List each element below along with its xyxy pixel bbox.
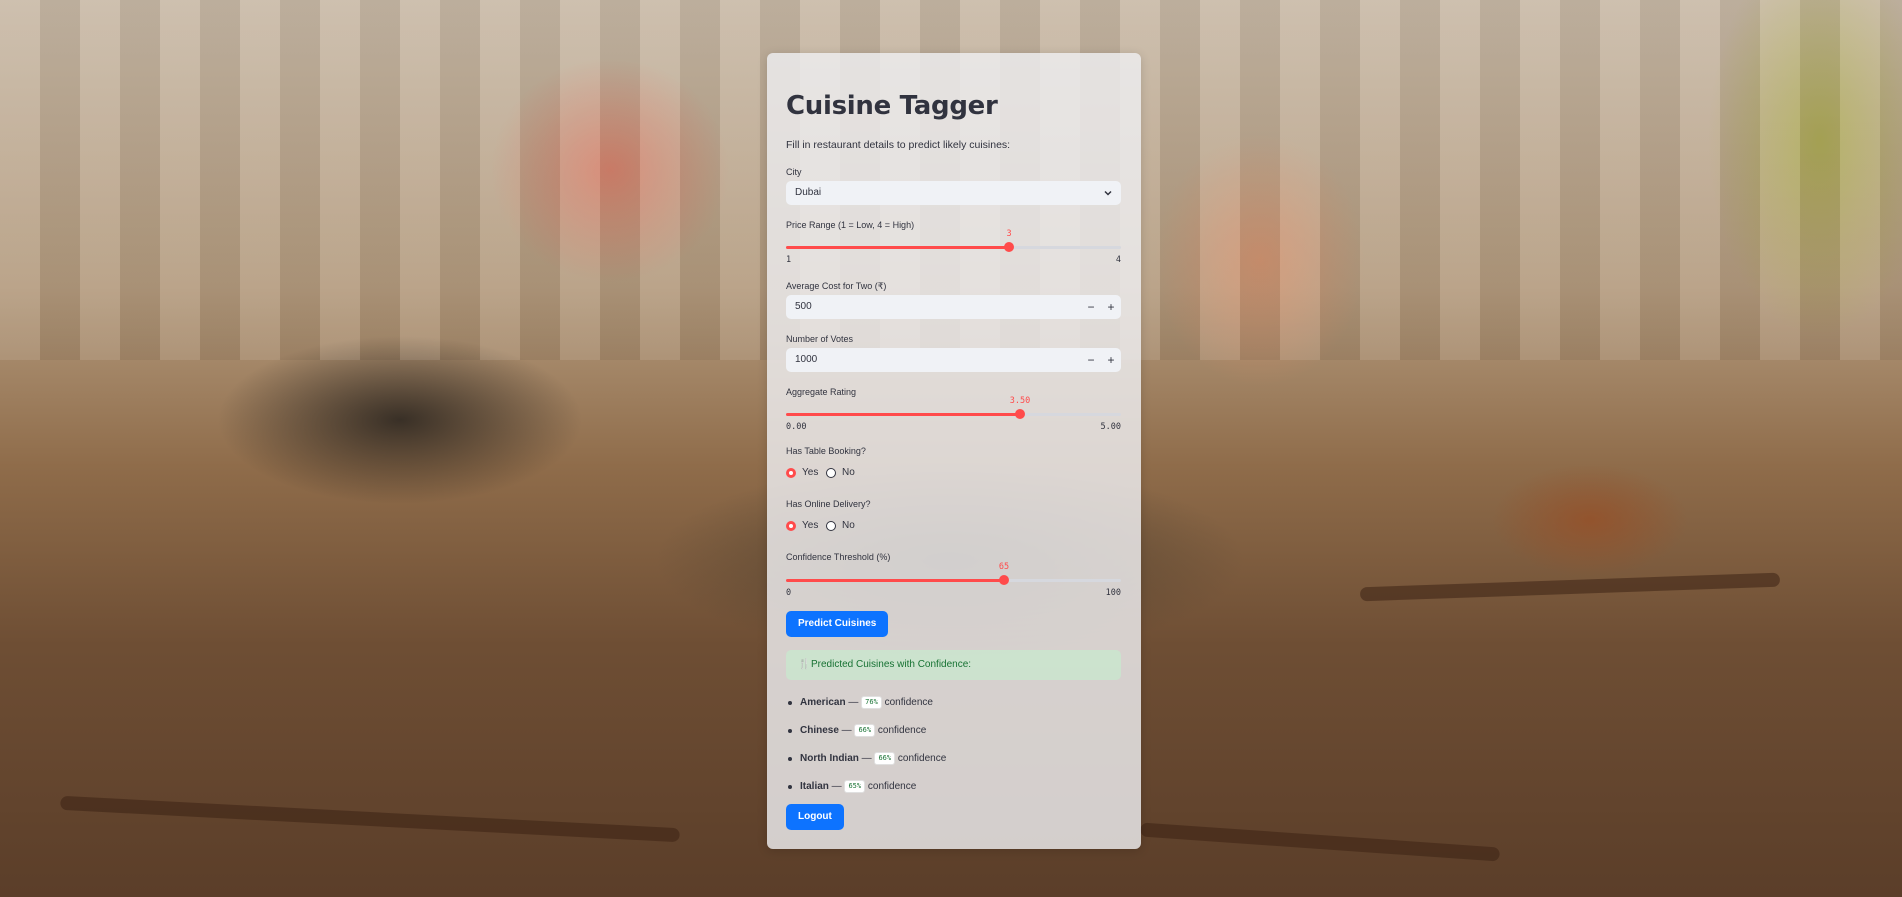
radio-label: Yes — [802, 520, 819, 531]
online-delivery-no[interactable]: No — [826, 520, 855, 531]
page-subtitle: Fill in restaurant details to predict li… — [786, 139, 1011, 151]
slider-thumb[interactable] — [1015, 409, 1025, 419]
separator: — — [845, 697, 862, 709]
votes-label: Number of Votes — [786, 334, 854, 344]
slider-value: 65 — [998, 562, 1010, 572]
predict-cuisines-button[interactable]: Predict Cuisines — [786, 611, 889, 637]
avg-cost-value: 500 — [795, 301, 812, 312]
decrement-button[interactable]: − — [1081, 348, 1101, 372]
cuisine-name: American — [800, 697, 846, 709]
slider-max: 4 — [1115, 255, 1121, 265]
result-header-text: Predicted Cuisines with Confidence: — [811, 659, 972, 670]
confidence-badge: 66% — [874, 752, 896, 765]
slider-fill — [786, 413, 1020, 416]
bullet-icon — [788, 757, 792, 761]
cuisine-name: North Indian — [800, 753, 859, 765]
confidence-suffix: confidence — [895, 753, 947, 765]
radio-label: No — [842, 467, 855, 478]
votes-value: 1000 — [795, 354, 818, 365]
increment-button[interactable]: + — [1101, 295, 1121, 319]
price-range-slider[interactable]: 3 1 4 — [786, 229, 1121, 265]
result-success-alert: 🍴 Predicted Cuisines with Confidence: — [786, 650, 1121, 680]
confidence-suffix: confidence — [881, 697, 933, 709]
votes-input[interactable]: 1000 − + — [786, 348, 1121, 372]
cuisine-name: Chinese — [800, 725, 839, 737]
rating-slider[interactable]: 3.50 0.00 5.00 — [786, 396, 1121, 432]
confidence-suffix: confidence — [875, 725, 927, 737]
table-booking-label: Has Table Booking? — [786, 446, 866, 456]
table-booking-yes[interactable]: Yes — [786, 467, 818, 478]
slider-value: 3 — [1006, 229, 1012, 239]
slider-min: 0 — [786, 588, 792, 598]
slider-max: 100 — [1105, 588, 1121, 598]
online-delivery-yes[interactable]: Yes — [786, 520, 818, 531]
radio-unselected-icon — [826, 520, 836, 531]
slider-thumb[interactable] — [1004, 242, 1014, 252]
table-booking-no[interactable]: No — [826, 467, 855, 478]
separator: — — [828, 781, 845, 793]
fork-knife-icon: 🍴 — [798, 659, 811, 670]
confidence-badge: 65% — [844, 780, 866, 793]
slider-thumb[interactable] — [999, 575, 1009, 585]
decrement-button[interactable]: − — [1081, 295, 1101, 319]
separator: — — [858, 753, 875, 765]
radio-label: No — [842, 520, 855, 531]
increment-button[interactable]: + — [1101, 348, 1121, 372]
city-label: City — [786, 167, 802, 177]
radio-unselected-icon — [826, 467, 836, 478]
radio-label: Yes — [802, 467, 819, 478]
background-chopstick — [1139, 822, 1501, 862]
separator: — — [838, 725, 855, 737]
slider-max: 5.00 — [1100, 422, 1121, 432]
radio-selected-icon — [786, 520, 796, 531]
avg-cost-input[interactable]: 500 − + — [786, 295, 1121, 319]
slider-min: 0.00 — [786, 422, 807, 432]
slider-value: 3.50 — [1009, 396, 1031, 406]
list-item: American — 76% confidence — [786, 696, 1121, 724]
city-value: Dubai — [795, 187, 822, 198]
slider-min: 1 — [786, 255, 792, 265]
threshold-slider[interactable]: 65 0 100 — [786, 562, 1121, 598]
avg-cost-label: Average Cost for Two (₹) — [786, 281, 887, 291]
page-title: Cuisine Tagger — [786, 91, 998, 121]
logout-button[interactable]: Logout — [786, 804, 844, 830]
form-card: Cuisine Tagger Fill in restaurant detail… — [767, 53, 1141, 849]
confidence-suffix: confidence — [865, 781, 917, 793]
results-list: American — 76% confidence Chinese — 66% … — [786, 696, 1121, 808]
slider-fill — [786, 246, 1009, 249]
cuisine-name: Italian — [800, 781, 829, 793]
bullet-icon — [788, 785, 792, 789]
city-select[interactable]: Dubai — [786, 181, 1121, 205]
bullet-icon — [788, 701, 792, 705]
list-item: Chinese — 66% confidence — [786, 724, 1121, 752]
radio-selected-icon — [786, 467, 796, 478]
confidence-badge: 76% — [861, 696, 882, 709]
online-delivery-label: Has Online Delivery? — [786, 499, 871, 509]
price-range-label: Price Range (1 = Low, 4 = High) — [786, 220, 915, 230]
background-chopstick — [1359, 572, 1781, 602]
list-item: North Indian — 66% confidence — [786, 752, 1121, 780]
threshold-label: Confidence Threshold (%) — [786, 552, 891, 562]
chevron-down-icon — [1104, 190, 1112, 196]
confidence-badge: 66% — [854, 724, 876, 737]
rating-label: Aggregate Rating — [786, 387, 857, 397]
bullet-icon — [788, 729, 792, 733]
slider-fill — [786, 579, 1004, 582]
background-chopstick — [60, 795, 680, 843]
